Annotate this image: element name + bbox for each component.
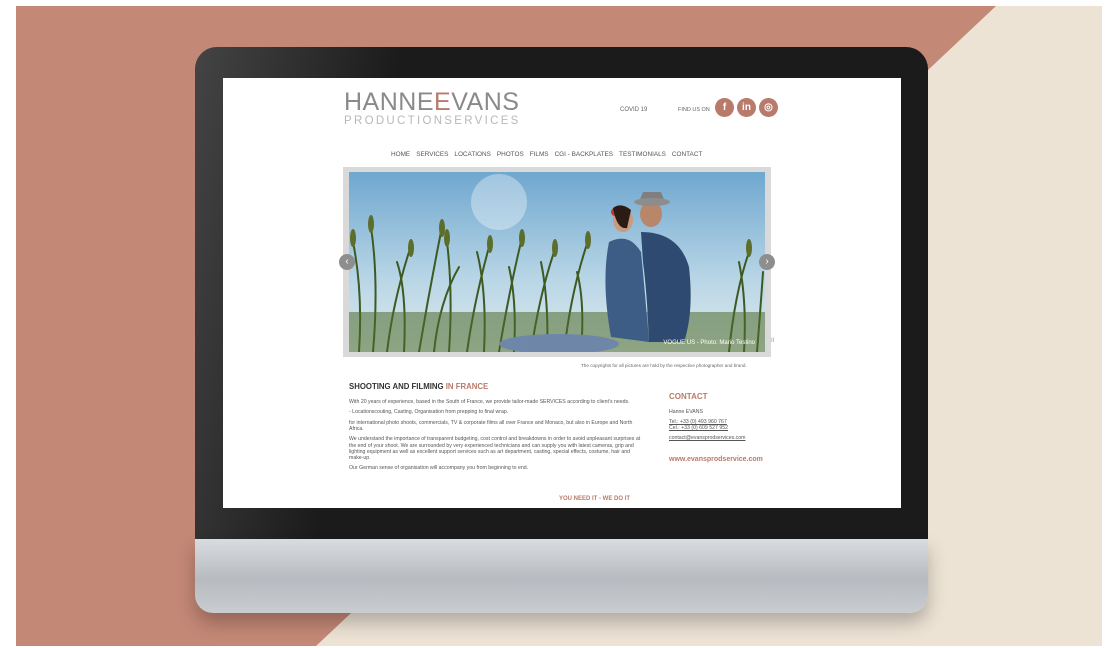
nav-services[interactable]: SERVICES [416,151,448,158]
nav-contact[interactable]: CONTACT [672,151,702,158]
site-logo[interactable]: HANNEEVANS PRODUCTIONSERVICES [344,89,521,128]
contact-cel[interactable]: Cel.: +33 (0) 609 527 952 [669,425,789,432]
nav-cgi-backplates[interactable]: CGI - BACKPLATES [555,151,613,158]
monitor: HANNEEVANS PRODUCTIONSERVICES COVID 19 F… [195,47,928,613]
nav-films[interactable]: FILMS [530,151,549,158]
slider-next-arrow-icon[interactable]: › [759,254,775,270]
slider-prev-arrow-icon[interactable]: ‹ [339,254,355,270]
linkedin-icon[interactable]: in [737,98,756,117]
contact-name: Hanne EVANS [669,409,703,415]
intro-paragraph: With 20 years of experience, based in th… [349,399,630,405]
hero-slider: VOGUE US - Photo: Mario Testino ‹ › [339,167,775,357]
copyright-note: The copyrights for all pictures are hold… [581,363,747,368]
intro-paragraph: Our German sense of organisation will ac… [349,465,529,472]
slider-pause-icon[interactable]: II [771,338,774,344]
main-nav: HOME SERVICES LOCATIONS PHOTOS FILMS CGI… [391,151,702,158]
website-screen: HANNEEVANS PRODUCTIONSERVICES COVID 19 F… [223,78,901,508]
contact-details: Hanne EVANS Tel.: +33 (0) 493 960 767 Ce… [669,409,789,441]
intro-heading: SHOOTING AND FILMING IN FRANCE [349,382,489,391]
hero-image [349,172,765,352]
instagram-icon[interactable]: ◎ [759,98,778,117]
nav-locations[interactable]: LOCATIONS [454,151,490,158]
contact-email[interactable]: contact@evansprodservices.com [669,435,789,442]
hero-photo: VOGUE US - Photo: Mario Testino [349,172,765,352]
slide-caption: VOGUE US - Photo: Mario Testino [663,340,755,346]
intro-paragraph: for international photo shoots, commerci… [349,419,633,432]
nav-home[interactable]: HOME [391,151,410,158]
contact-title: CONTACT [669,392,708,401]
intro-text: With 20 years of experience, based in th… [349,399,644,476]
monitor-bezel: HANNEEVANS PRODUCTIONSERVICES COVID 19 F… [195,47,928,539]
find-us-label: FIND US ON [678,107,710,113]
intro-paragraph: We understand the importance of transpar… [349,436,641,461]
facebook-icon[interactable]: f [715,98,734,117]
nav-photos[interactable]: PHOTOS [497,151,524,158]
tagline: YOU NEED IT - WE DO IT [559,496,631,502]
monitor-chin [195,539,928,613]
intro-paragraph: - Locationscouting, Casting, Organisatio… [349,409,509,416]
logo-subtitle: PRODUCTIONSERVICES [344,115,521,127]
covid-link[interactable]: COVID 19 [620,107,647,113]
contact-website-link[interactable]: www.evansprodservice.com [669,456,763,463]
contact-tel[interactable]: Tel.: +33 (0) 493 960 767 [669,419,789,426]
nav-testimonials[interactable]: TESTIMONIALS [619,151,666,158]
